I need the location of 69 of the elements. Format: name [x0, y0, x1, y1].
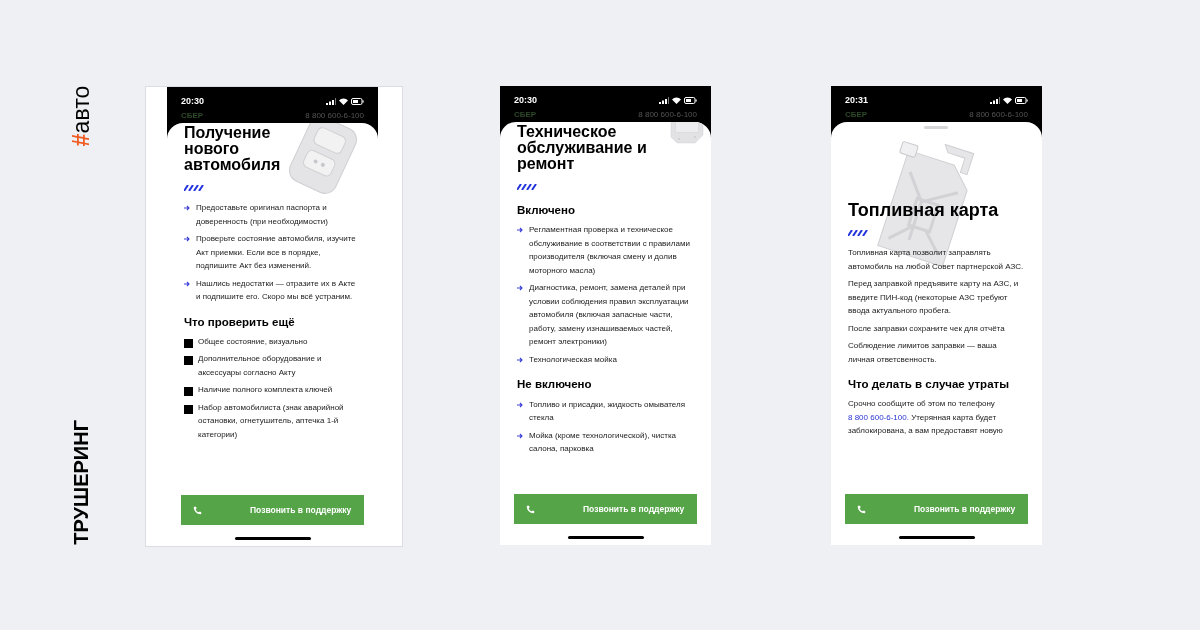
section-heading: Что делать в случае утраты	[848, 377, 1010, 392]
list-item-text: Наличие полного комплекта ключей	[198, 384, 333, 397]
list-item-text: Топливо и присадки, жидкость омывателя стекла	[529, 398, 686, 424]
wifi-icon	[1003, 97, 1012, 104]
hashtag-symbol: #	[69, 133, 93, 147]
checkbox-square	[184, 356, 193, 366]
phone-icon	[193, 505, 202, 515]
phone-link[interactable]: 8 800 600-6-100.	[848, 412, 909, 422]
header-phone: 8 800 600-6-100	[638, 109, 697, 121]
arrow-icon	[517, 356, 523, 363]
paragraph: После заправки сохраните чек для отчёта	[848, 322, 1006, 335]
arrow-icon	[517, 401, 523, 408]
wifi-icon	[339, 98, 348, 105]
header-phone: 8 800 600-6-100	[305, 110, 364, 122]
arrow-icon	[517, 285, 523, 292]
list-item-text: Общее состояние, визуально	[198, 335, 308, 348]
screen-title: Техническое обслуживание и ремонт	[517, 124, 648, 172]
arrow-icon	[184, 205, 190, 211]
paragraph: Топливная карта позволит заправлять автомобиль на любой Совет партнерской АЗС.	[848, 247, 1025, 273]
stripes-icon	[184, 185, 206, 191]
list-item-text: Диагностика, ремонт, замена деталей при условии соблюдения правил эксплуатации автомобиля (включая запасные части, работу, замену изнашиваемых частей, ремонт электроники)	[529, 282, 690, 349]
phone-icon	[857, 504, 866, 514]
battery-icon	[1015, 97, 1028, 104]
brand-label: СБЕР	[514, 109, 537, 121]
status-time: 20:30	[514, 93, 538, 107]
paragraph: Соблюдение лимитов заправки — ваша личная ответсвенность.	[848, 340, 998, 366]
battery-icon	[351, 98, 364, 105]
status-time: 20:30	[181, 94, 205, 108]
brand-label: СБЕР	[845, 109, 868, 121]
signal-icon	[326, 98, 336, 105]
list-item-text: Набор автомобилиста (знак аварийной остановки, огнетушитель, аптечка 1-й категории)	[198, 401, 345, 441]
list-item-text: Регламентная проверка и техническое обслуживание в соответствии с правилами производителя (включая смену и долив моторного масла)	[529, 224, 691, 277]
signal-icon	[659, 97, 669, 104]
list-item-text: Технологическая мойка	[529, 353, 617, 366]
checkbox-square	[184, 404, 193, 414]
paragraph: Срочно сообщите об этом по телефону 8 800 600-6-100. Утерянная карта будет заблокирована, а вам предоставят новую	[848, 398, 1004, 438]
battery-icon	[684, 97, 697, 104]
arrow-icon	[517, 227, 523, 234]
phone-icon	[526, 504, 535, 514]
arrow-icon	[184, 280, 190, 287]
hashtag-word: авто	[69, 86, 93, 134]
call-support-button[interactable]: Позвонить в поддержку	[181, 495, 364, 525]
list-item-text: Проверьте состояние автомобиля, изучите Акт приемки. Если все в порядке, подпишите Акт без изменений.	[196, 233, 357, 272]
arrow-icon	[184, 236, 190, 242]
paragraph: Перед заправкой предъявите карту на АЗС, и введите ПИН-код (некоторые АЗС требуют ввода актуального пробега.	[848, 278, 1020, 317]
section-heading: Что проверить ещё	[184, 314, 296, 330]
brand-title: ТРУШЕРИНГ	[71, 420, 91, 545]
call-support-button[interactable]: Позвонить в поддержку	[845, 494, 1028, 524]
drag-handle[interactable]	[924, 126, 948, 129]
header-phone: 8 800 600-6-100	[969, 109, 1028, 121]
list-item-text: Предоставьте оригинал паспорта и доверенность (при необходимости)	[196, 202, 329, 228]
list-item-text: Мойка (кроме технологической), чистка салона, парковка	[529, 429, 678, 455]
signal-icon	[990, 97, 1000, 104]
arrow-icon	[517, 432, 523, 439]
screen-title: Получение нового автомобиля	[184, 125, 282, 173]
brand-label: СБЕР	[181, 110, 204, 122]
list-item-text: Нашлись недостатки — отразите их в Акте и подпишите его. Скоро мы всё устраним.	[196, 277, 357, 303]
stripes-icon	[848, 230, 870, 236]
list-item-text: Дополнительное оборудование и аксессуары согласно Акту	[198, 353, 323, 379]
device-drawing	[667, 122, 707, 146]
section-heading: Не включено	[517, 377, 593, 393]
section-heading: Включено	[517, 203, 576, 218]
wifi-icon	[672, 97, 681, 104]
stripes-icon	[517, 184, 539, 190]
status-time: 20:31	[845, 93, 869, 107]
checkbox-square	[184, 338, 193, 348]
call-support-button[interactable]: Позвонить в поддержку	[514, 494, 697, 524]
screen-title: Топливная карта	[848, 202, 1000, 218]
checkbox-square	[184, 387, 193, 397]
